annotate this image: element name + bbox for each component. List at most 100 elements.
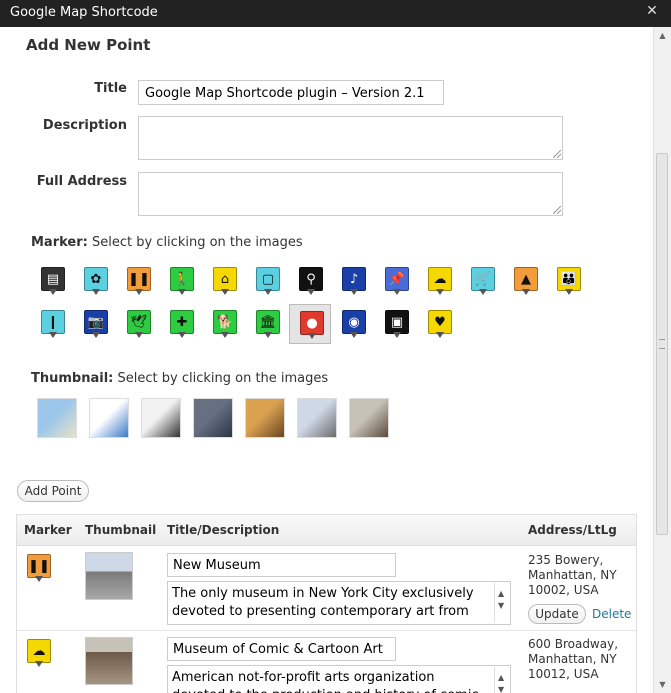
- bicycle-marker-icon[interactable]: ⚲: [297, 265, 325, 299]
- family-marker-icon[interactable]: 👪: [555, 265, 583, 299]
- marker-pointer: [350, 332, 358, 338]
- walking-marker-glyph: 🚶: [170, 267, 194, 291]
- address-line: 235 Bowery,: [528, 553, 604, 567]
- laundry-marker-icon[interactable]: ▢: [254, 265, 282, 299]
- home-marker-icon[interactable]: ⌂: [211, 265, 239, 299]
- marker-section-label: Marker: Select by clicking on the images: [31, 235, 303, 250]
- thumbnail-section-label: Thumbnail: Select by clicking on the ima…: [31, 371, 328, 386]
- pushpin-marker-icon[interactable]: 📌: [383, 265, 411, 299]
- school-marker-icon[interactable]: ▲: [512, 265, 540, 299]
- address-line: 600 Broadway,: [528, 637, 619, 651]
- cart-marker-icon[interactable]: 🛒: [469, 265, 497, 299]
- row-marker-icon: ☁: [25, 637, 53, 671]
- camera-marker-icon[interactable]: 📷: [82, 308, 110, 342]
- marker-pointer: [221, 289, 229, 295]
- dog-marker-glyph: 🐕: [213, 310, 237, 334]
- vertical-scrollbar[interactable]: ▲ ▼: [653, 27, 671, 693]
- comic-museum-thumbnail: [85, 637, 133, 685]
- scroll-down-icon[interactable]: ▼: [498, 597, 504, 615]
- address-line: 10012, USA: [528, 667, 599, 681]
- table-header: Marker Thumbnail Title/Description Addre…: [17, 515, 636, 546]
- webpage-thumbnail[interactable]: [141, 398, 181, 438]
- pin-marker-icon[interactable]: ●: [289, 304, 331, 344]
- description-textarea[interactable]: [138, 116, 563, 160]
- add-point-button[interactable]: Add Point: [17, 480, 89, 502]
- museum-marker-glyph: 🏛: [256, 310, 280, 334]
- title-label: Title: [94, 81, 127, 96]
- description-label: Description: [42, 118, 127, 133]
- building-thumbnail[interactable]: [193, 398, 233, 438]
- window-title: Google Map Shortcode: [10, 5, 158, 20]
- bookmark-marker-glyph: ❙: [41, 310, 65, 334]
- row-address: 600 Broadway, Manhattan, NY 10012, USA: [528, 637, 618, 682]
- scrollbar-grip-icon: [659, 339, 665, 349]
- library-marker-glyph: ❚❚: [127, 267, 151, 291]
- scroll-down-arrow-icon[interactable]: ▼: [657, 679, 668, 690]
- marker-pointer: [178, 332, 186, 338]
- comic-museum-thumbnail[interactable]: [349, 398, 389, 438]
- museum-marker-icon[interactable]: 🏛: [254, 308, 282, 342]
- address-textarea[interactable]: [138, 172, 563, 216]
- row-description-textarea[interactable]: The only museum in New York City exclusi…: [167, 581, 511, 625]
- dog-marker-icon[interactable]: 🐕: [211, 308, 239, 342]
- hospital-marker-glyph: ✚: [170, 310, 194, 334]
- cart-marker-glyph: 🛒: [471, 267, 495, 291]
- address-line: Manhattan, NY: [528, 652, 617, 666]
- row-marker-glyph: ❚❚: [27, 554, 51, 578]
- bus-marker-glyph: ▣: [385, 310, 409, 334]
- textarea-scroll[interactable]: ▲ ▼: [494, 667, 509, 693]
- row-description-text: American not-for-profit arts organizatio…: [172, 670, 479, 693]
- update-button[interactable]: Update: [528, 604, 586, 624]
- bus-marker-icon[interactable]: ▣: [383, 308, 411, 342]
- marker-pointer: [565, 289, 573, 295]
- camera-marker-glyph: 📷: [84, 310, 108, 334]
- new-museum-thumbnail: [85, 552, 133, 600]
- marker-pointer: [135, 332, 143, 338]
- book-marker-icon[interactable]: ▤: [39, 265, 67, 299]
- close-icon[interactable]: ✕: [645, 4, 659, 18]
- search-marker-icon[interactable]: ◉: [340, 308, 368, 342]
- bookmark-marker-icon[interactable]: ❙: [39, 308, 67, 342]
- chat-marker-glyph: ☁: [428, 267, 452, 291]
- marker-pointer: [92, 332, 100, 338]
- title-input[interactable]: Google Map Shortcode plugin – Version 2.…: [138, 80, 444, 105]
- marker-pointer: [393, 332, 401, 338]
- flower-marker-icon[interactable]: ✿: [82, 265, 110, 299]
- pin-marker-glyph: ●: [300, 311, 324, 335]
- textarea-scroll[interactable]: ▲ ▼: [494, 583, 509, 623]
- row-description-textarea[interactable]: American not-for-profit arts organizatio…: [167, 665, 511, 693]
- thumbnail-section-bold: Thumbnail:: [31, 371, 114, 386]
- delete-link[interactable]: Delete: [592, 607, 631, 621]
- chat-marker-icon[interactable]: ☁: [426, 265, 454, 299]
- resize-grip-icon[interactable]: [553, 206, 561, 214]
- bird-marker-icon[interactable]: 🕊: [125, 308, 153, 342]
- hospital-marker-icon[interactable]: ✚: [168, 308, 196, 342]
- scroll-down-icon[interactable]: ▼: [498, 681, 504, 693]
- laundry-marker-glyph: ▢: [256, 267, 280, 291]
- table-row: ☁ Museum of Comic & Cartoon Art American…: [17, 631, 636, 693]
- scroll-up-arrow-icon[interactable]: ▲: [657, 30, 668, 41]
- flower-marker-glyph: ✿: [84, 267, 108, 291]
- new-museum-thumbnail[interactable]: [297, 398, 337, 438]
- row-marker-glyph: ☁: [27, 639, 51, 663]
- walking-marker-icon[interactable]: 🚶: [168, 265, 196, 299]
- dialog-content: Add New Point Title Google Map Shortcode…: [0, 27, 654, 693]
- resize-grip-icon[interactable]: [553, 150, 561, 158]
- marker-pointer: [436, 332, 444, 338]
- icons-thumbnail[interactable]: [89, 398, 129, 438]
- header-thumbnail: Thumbnail: [85, 523, 157, 537]
- speaker-marker-icon[interactable]: ♪: [340, 265, 368, 299]
- marker-pointer: [307, 289, 315, 295]
- library-marker-icon[interactable]: ❚❚: [125, 265, 153, 299]
- marker-pointer: [221, 332, 229, 338]
- map-thumbnail[interactable]: [37, 398, 77, 438]
- row-title-input[interactable]: Museum of Comic & Cartoon Art: [167, 637, 396, 661]
- hearts-marker-icon[interactable]: ♥: [426, 308, 454, 342]
- marker-pointer: [264, 289, 272, 295]
- marker-pointer: [135, 289, 143, 295]
- marker-pointer: [178, 289, 186, 295]
- row-title-input[interactable]: New Museum: [167, 553, 396, 577]
- interior-thumbnail[interactable]: [245, 398, 285, 438]
- marker-pointer: [49, 332, 57, 338]
- marker-pointer: [308, 333, 316, 339]
